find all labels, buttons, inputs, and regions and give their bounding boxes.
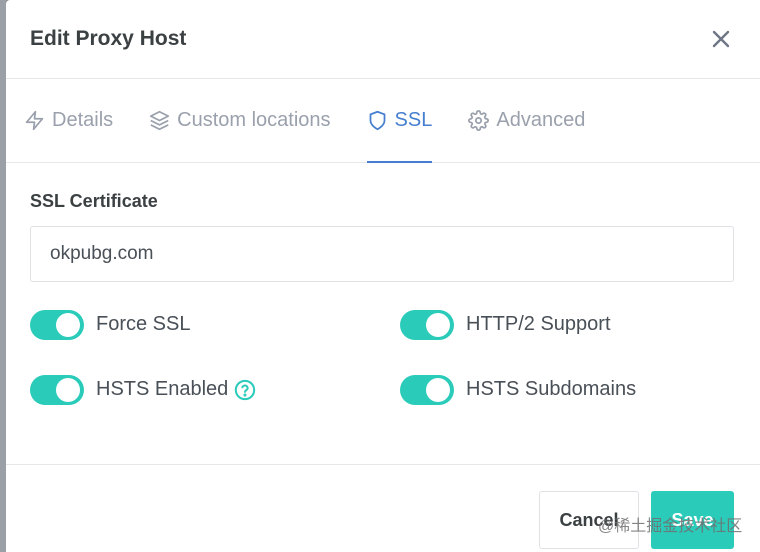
http2-support-toggle[interactable] — [400, 309, 454, 340]
ssl-toggles: Force SSL HTTP/2 Support HSTS Enabled HS… — [30, 308, 736, 406]
tab-custom-locations-label: Custom locations — [177, 109, 331, 131]
hsts-subdomains-option: HSTS Subdomains — [400, 373, 734, 406]
close-icon — [712, 30, 730, 48]
hsts-enabled-label: HSTS Enabled — [96, 378, 229, 400]
http2-support-label: HTTP/2 Support — [466, 313, 611, 335]
gear-icon — [468, 110, 490, 131]
question-circle-icon[interactable] — [234, 379, 256, 401]
cancel-button[interactable]: Cancel — [539, 491, 639, 549]
edit-proxy-host-modal: Edit Proxy Host Details Custom locations — [6, 0, 760, 552]
ssl-certificate-select[interactable]: okpubg.com — [30, 226, 734, 282]
close-button[interactable] — [706, 24, 736, 54]
hsts-enabled-option: HSTS Enabled — [30, 373, 400, 406]
tab-ssl[interactable]: SSL — [366, 79, 433, 163]
tab-bar: Details Custom locations SSL Advanced — [6, 79, 760, 163]
shield-icon — [369, 110, 385, 131]
ssl-settings-panel: SSL Certificate okpubg.com Force SSL HTT… — [6, 163, 760, 465]
toggle-knob — [426, 312, 450, 337]
toggle-knob — [56, 312, 80, 337]
tab-custom-locations[interactable]: Custom locations — [149, 79, 331, 162]
force-ssl-option: Force SSL — [30, 308, 400, 341]
tab-ssl-label: SSL — [394, 109, 433, 131]
modal-title: Edit Proxy Host — [30, 27, 187, 50]
force-ssl-toggle[interactable] — [30, 309, 84, 340]
ssl-certificate-value: okpubg.com — [50, 243, 154, 264]
layers-icon — [150, 110, 170, 131]
toggle-knob — [56, 377, 80, 402]
tab-advanced[interactable]: Advanced — [468, 79, 585, 162]
ssl-certificate-label: SSL Certificate — [30, 191, 158, 211]
modal-header: Edit Proxy Host — [6, 0, 760, 79]
hsts-enabled-toggle[interactable] — [30, 374, 84, 405]
tab-details[interactable]: Details — [24, 79, 113, 162]
hsts-enabled-label-wrap: HSTS Enabled — [96, 378, 256, 401]
hsts-subdomains-label: HSTS Subdomains — [466, 378, 637, 400]
hsts-subdomains-toggle[interactable] — [400, 374, 454, 405]
force-ssl-label: Force SSL — [96, 313, 191, 335]
http2-support-option: HTTP/2 Support — [400, 308, 734, 341]
lightning-icon — [25, 110, 44, 131]
tab-advanced-label: Advanced — [496, 109, 586, 131]
save-button[interactable]: Save — [651, 491, 734, 549]
toggle-knob — [426, 377, 450, 402]
modal-footer: Cancel Save — [6, 465, 760, 552]
tab-details-label: Details — [52, 109, 114, 131]
